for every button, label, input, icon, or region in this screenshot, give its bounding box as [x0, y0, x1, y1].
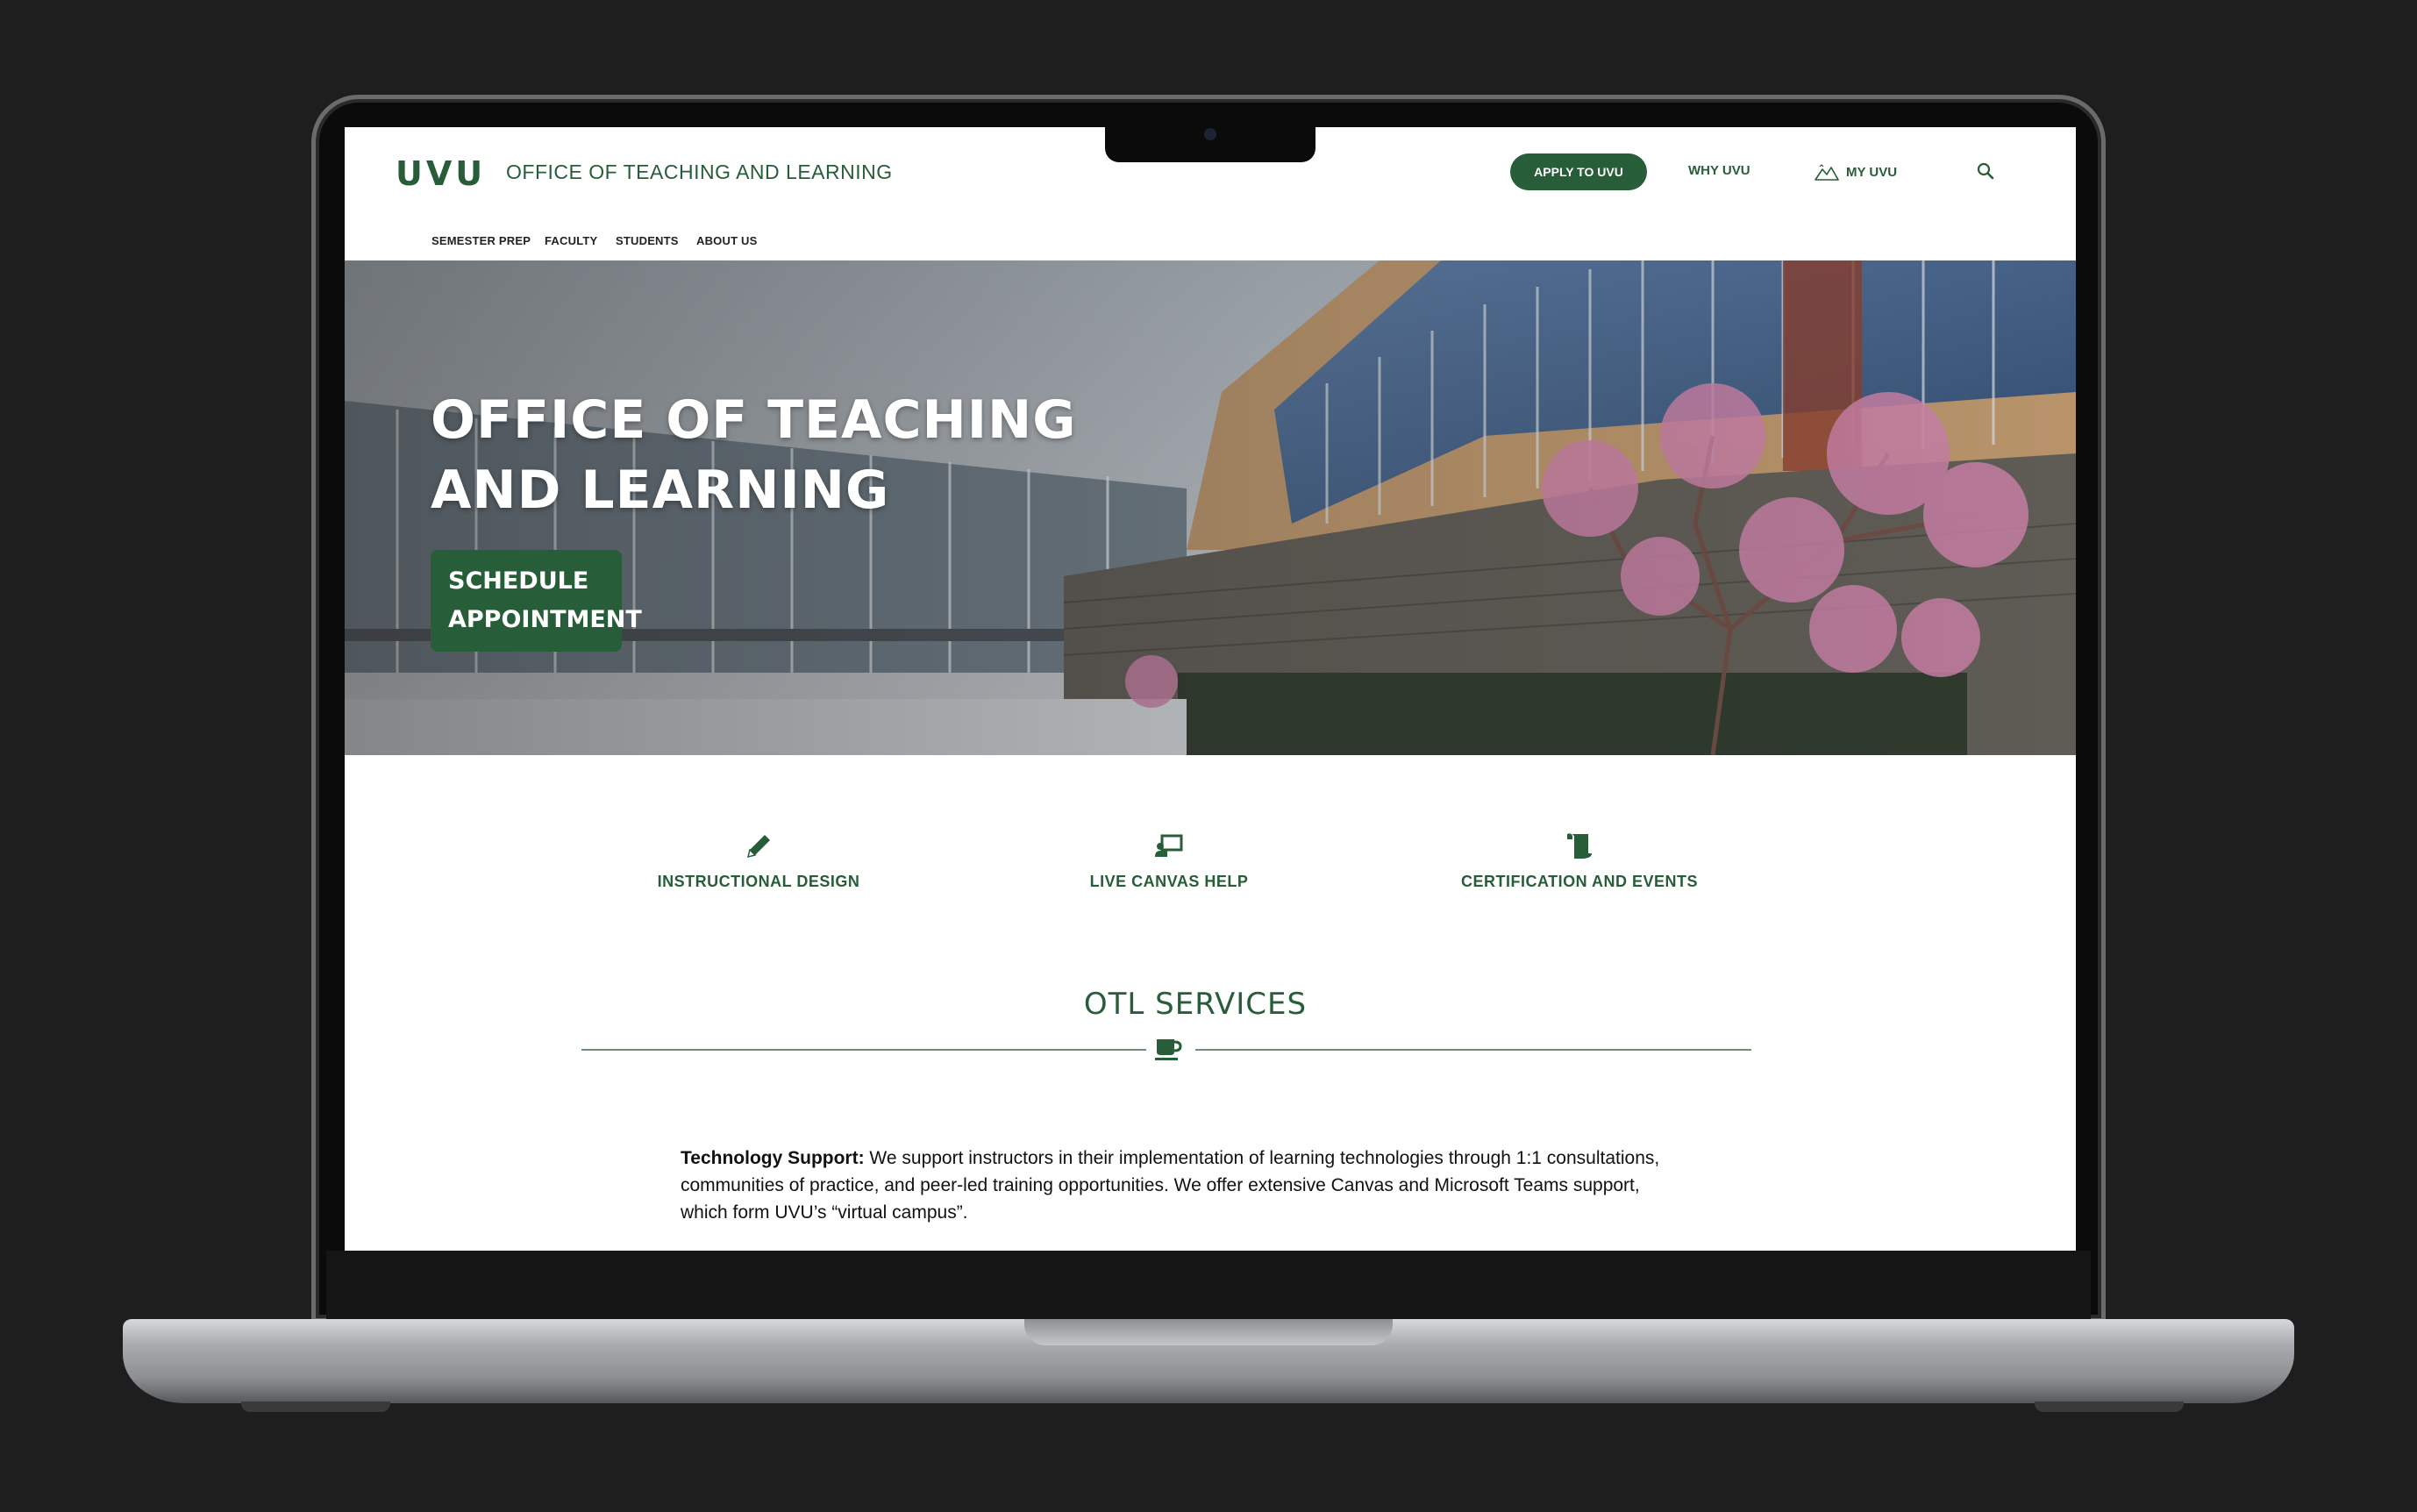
secondary-nav: SEMESTER PREP FACULTY STUDENTS ABOUT US: [345, 218, 2076, 261]
divider-line-right: [1195, 1049, 1751, 1051]
paragraph-lead: Technology Support:: [681, 1148, 865, 1168]
search-icon[interactable]: [1976, 161, 1995, 181]
my-uvu-link[interactable]: MY UVU: [1815, 159, 1897, 185]
pencil-icon: [746, 835, 770, 859]
why-uvu-link[interactable]: WHY UVU: [1688, 163, 1750, 178]
quick-link-live-canvas-help[interactable]: LIVE CANVAS HELP: [994, 829, 1344, 891]
teacher-icon: [1155, 834, 1183, 857]
camera-lens: [1204, 128, 1216, 140]
my-uvu-label: MY UVU: [1846, 164, 1898, 180]
laptop-opening-notch: [1024, 1319, 1393, 1345]
mountain-icon: [1815, 164, 1839, 181]
quick-link-label: LIVE CANVAS HELP: [1089, 873, 1249, 890]
section-title: OTL SERVICES: [1083, 987, 1308, 1022]
coffee-cup-icon: [1155, 1039, 1182, 1060]
hero-title: OFFICE OF TEACHING AND LEARNING: [431, 389, 1077, 521]
technology-support-paragraph: Technology Support: We support instructo…: [681, 1145, 1663, 1226]
hero-banner: OFFICE OF TEACHING AND LEARNING SCHEDULE…: [345, 260, 2076, 755]
divider-line-left: [581, 1049, 1146, 1051]
apply-button[interactable]: APPLY TO UVU: [1510, 153, 1647, 190]
nav-item-students[interactable]: STUDENTS: [616, 234, 679, 247]
quick-link-label: INSTRUCTIONAL DESIGN: [657, 873, 860, 890]
nav-item-semester-prep[interactable]: SEMESTER PREP: [431, 234, 531, 247]
schedule-appointment-button[interactable]: SCHEDULE APPOINTMENT: [431, 550, 642, 652]
laptop-foot-left: [241, 1401, 390, 1412]
quick-link-label: CERTIFICATION AND EVENTS: [1460, 873, 1698, 890]
laptop-screen: UVU OFFICE OF TEACHING AND LEARNING APPL…: [345, 127, 2076, 1251]
quick-link-instructional-design[interactable]: INSTRUCTIONAL DESIGN: [583, 829, 934, 891]
laptop-bezel: [326, 1251, 2091, 1321]
site-title[interactable]: OFFICE OF TEACHING AND LEARNING: [506, 160, 893, 184]
nav-item-faculty[interactable]: FACULTY: [545, 234, 597, 247]
scroll-icon: [1567, 833, 1592, 859]
uvu-logo[interactable]: UVU: [396, 157, 486, 190]
nav-item-about-us[interactable]: ABOUT US: [696, 234, 758, 247]
quick-link-certification-and-events[interactable]: CERTIFICATION AND EVENTS: [1404, 829, 1755, 891]
laptop-foot-right: [2035, 1401, 2184, 1412]
